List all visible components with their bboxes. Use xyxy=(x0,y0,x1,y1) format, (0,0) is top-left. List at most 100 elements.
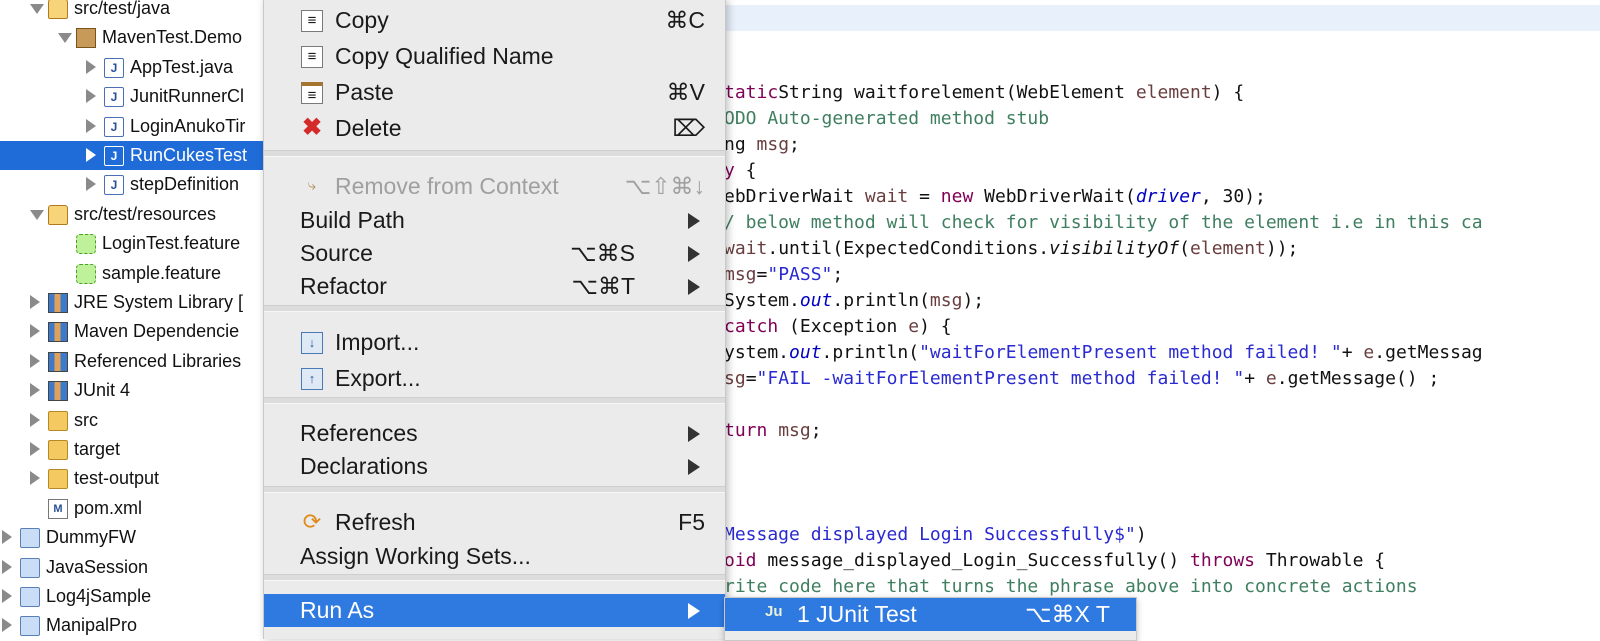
tree-item[interactable]: target xyxy=(0,435,270,464)
chevron-right-icon[interactable] xyxy=(2,530,12,545)
menu-item-refactor[interactable]: Refactor ⌥⌘T xyxy=(264,270,725,303)
tree-item[interactable]: LoginTest.feature xyxy=(0,229,270,258)
menu-item-copy-qualified-name[interactable]: ≡ Copy Qualified Name xyxy=(264,40,725,73)
chevron-right-icon[interactable] xyxy=(2,618,12,633)
chevron-right-icon[interactable] xyxy=(30,383,40,398)
code-line: ystem.out.println("waitForElementPresent… xyxy=(724,342,1483,368)
menu-separator xyxy=(264,397,725,404)
chevron-down-icon[interactable] xyxy=(58,33,72,44)
chevron-down-icon[interactable] xyxy=(30,209,44,220)
tree-item[interactable]: J AppTest.java xyxy=(0,53,270,82)
tree-item-label: target xyxy=(74,439,121,459)
menu-separator xyxy=(264,150,725,157)
tree-item-label: pom.xml xyxy=(74,497,143,518)
chevron-right-icon[interactable] xyxy=(30,324,40,339)
chevron-right-icon[interactable] xyxy=(30,353,40,368)
menu-separator xyxy=(264,486,725,493)
chevron-right-icon[interactable] xyxy=(86,89,96,104)
tree-item[interactable]: Mpom.xml xyxy=(0,494,270,523)
code-token: msg xyxy=(929,290,963,311)
tree-item-label: sample.feature xyxy=(102,262,222,283)
tree-item-label: stepDefinition xyxy=(130,174,240,195)
java-file-icon: J xyxy=(104,116,124,137)
tree-item[interactable]: JUnit 4 xyxy=(0,376,270,405)
menu-item-export[interactable]: ↑ Export... xyxy=(264,362,725,395)
menu-item-label: Declarations xyxy=(300,453,428,479)
code-editor[interactable]: taticString waitforelement(WebElement el… xyxy=(724,0,1600,639)
chevron-down-icon[interactable] xyxy=(30,4,44,14)
chevron-right-icon[interactable] xyxy=(86,148,96,162)
code-token: .getMessag xyxy=(1374,342,1483,363)
menu-item-copy[interactable]: ≡ Copy ⌘C xyxy=(264,4,725,37)
code-token: = xyxy=(745,368,757,389)
code-token: tatic xyxy=(724,82,779,103)
submenu-item-junit-test[interactable]: Ju 1 JUnit Test ⌥⌘X T xyxy=(725,598,1136,631)
chevron-right-icon[interactable] xyxy=(2,559,12,574)
tree-item[interactable]: test-output xyxy=(0,464,270,493)
tree-item[interactable]: Log4jSample xyxy=(0,582,270,611)
package-folder-icon xyxy=(48,204,68,225)
tree-item[interactable]: J RunCukesTest xyxy=(0,141,270,170)
code-token: ; xyxy=(810,420,822,441)
submenu-item-shortcut: ⌥⌘X T xyxy=(1025,601,1110,627)
tree-item[interactable]: J LoginAnukoTir xyxy=(0,112,270,141)
chevron-right-icon[interactable] xyxy=(30,412,40,427)
tree-item[interactable]: DummyFW xyxy=(0,523,270,552)
chevron-right-icon[interactable] xyxy=(30,471,40,486)
menu-item-declarations[interactable]: Declarations xyxy=(264,450,725,483)
tree-item[interactable]: JavaSession xyxy=(0,553,270,582)
menu-item-delete[interactable]: ✖ Delete ⌦ xyxy=(264,112,725,145)
library-icon xyxy=(48,351,68,372)
chevron-right-icon[interactable] xyxy=(86,118,96,133)
chevron-right-icon[interactable] xyxy=(86,177,96,192)
code-line: Message displayed Login Successfully$") xyxy=(724,524,1147,550)
chevron-right-icon[interactable] xyxy=(86,59,96,74)
tree-item[interactable]: src/test/java xyxy=(0,0,270,23)
code-line: System.out.println(msg); xyxy=(724,290,984,316)
submenu-arrow-icon xyxy=(688,246,700,262)
chevron-right-icon[interactable] xyxy=(30,442,40,456)
tree-item[interactable]: ManipalPro xyxy=(0,611,270,639)
menu-item-import[interactable]: ↓ Import... xyxy=(264,326,725,359)
tree-item[interactable]: MavenTest.Demo xyxy=(0,23,270,52)
menu-item-label: Copy Qualified Name xyxy=(335,43,554,69)
menu-item-references[interactable]: References xyxy=(264,417,725,450)
tree-item[interactable]: J JunitRunnerCl xyxy=(0,82,270,111)
tree-item-label: RunCukesTest xyxy=(130,145,248,165)
tree-item[interactable]: src/test/resources xyxy=(0,200,270,229)
library-icon xyxy=(48,381,68,402)
code-token: msg xyxy=(724,264,757,285)
remove-from-context-icon: ⤷ xyxy=(307,177,317,194)
menu-item-paste[interactable]: ≡ Paste ⌘V xyxy=(264,76,725,109)
package-icon xyxy=(76,28,96,49)
menu-item-refresh[interactable]: ⟳ Refresh F5 xyxy=(264,506,725,539)
code-token: .until(ExpectedConditions. xyxy=(767,238,1050,259)
tree-item-label: JavaSession xyxy=(46,556,149,577)
tree-item-label: Referenced Libraries xyxy=(74,350,242,371)
tree-item[interactable]: JstepDefinition xyxy=(0,170,270,199)
code-token: ebDriverWait xyxy=(724,186,865,207)
tree-item-label: Log4jSample xyxy=(46,586,152,606)
code-token: visibilityOf xyxy=(1049,238,1180,259)
tree-item[interactable]: JRE System Library [ xyxy=(0,288,270,317)
chevron-right-icon[interactable] xyxy=(30,295,40,309)
menu-item-build-path[interactable]: Build Path xyxy=(264,204,725,237)
menu-item-assign-working-sets[interactable]: Assign Working Sets... xyxy=(264,540,725,573)
tree-item[interactable]: Referenced Libraries xyxy=(0,347,270,376)
code-token: { xyxy=(734,160,757,181)
tree-item[interactable]: sample.feature xyxy=(0,259,270,288)
code-token: e xyxy=(908,316,920,337)
menu-item-source[interactable]: Source ⌥⌘S xyxy=(264,237,725,270)
project-icon xyxy=(20,587,40,607)
tree-item[interactable]: Maven Dependencie xyxy=(0,317,270,346)
copy-qualified-name-icon: ≡ xyxy=(301,46,323,68)
code-token: throws xyxy=(1190,550,1256,571)
project-icon xyxy=(20,557,40,578)
code-line: sg="FAIL -waitForElementPresent method f… xyxy=(724,368,1439,394)
menu-item-run-as[interactable]: Run As xyxy=(264,594,725,627)
menu-item-label: Remove from Context xyxy=(335,173,559,199)
chevron-right-icon[interactable] xyxy=(2,589,12,603)
library-icon xyxy=(48,322,68,343)
tree-item[interactable]: src xyxy=(0,406,270,435)
code-token: = xyxy=(908,186,941,207)
